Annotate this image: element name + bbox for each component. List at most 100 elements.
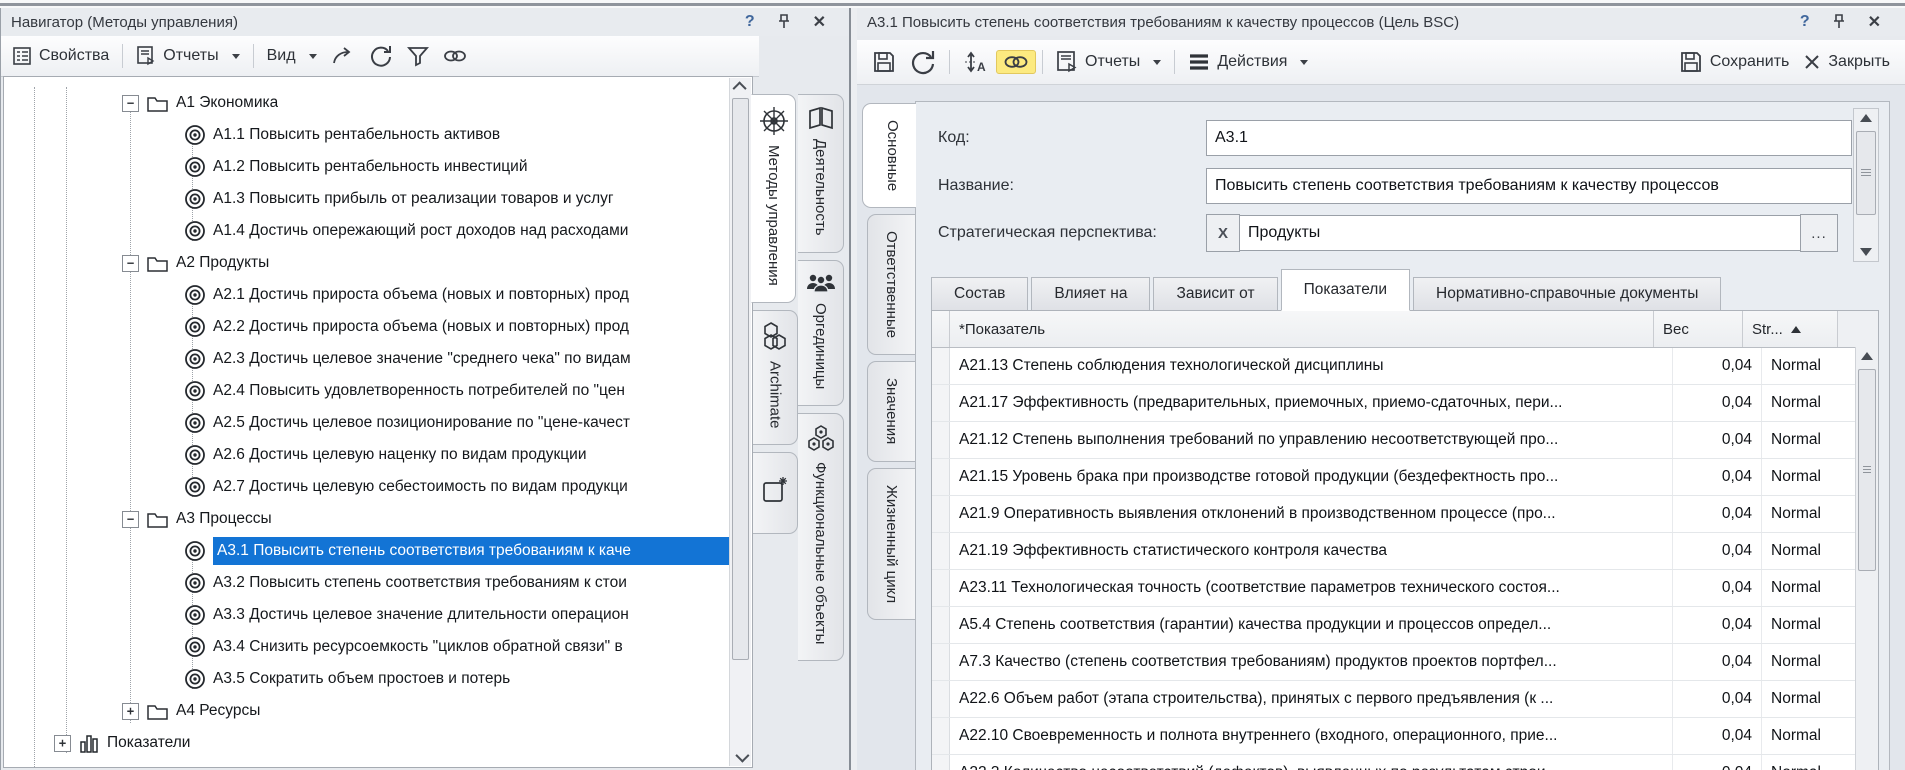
indicator-cell[interactable]: A22.3 Количество несоответствий (дефекто…	[950, 755, 1673, 770]
help-icon[interactable]: ?	[1800, 13, 1810, 31]
str-cell[interactable]: Normal	[1762, 533, 1856, 569]
perspective-picker-button[interactable]: ...	[1800, 214, 1838, 252]
reports-button[interactable]: Отчеты	[129, 41, 246, 71]
relation-tab[interactable]: Нормативно-справочные документы	[1413, 277, 1721, 310]
weight-cell[interactable]: 0,04	[1673, 570, 1762, 606]
weight-cell[interactable]: 0,04	[1673, 422, 1762, 458]
weight-cell[interactable]: 0,04	[1673, 755, 1762, 770]
tree-item[interactable]: A2 Продукты	[4, 247, 730, 279]
indicator-cell[interactable]: A21.12 Степень выполнения требований по …	[950, 422, 1673, 458]
refresh-button[interactable]	[903, 45, 943, 79]
tree-item[interactable]: A3 Процессы	[4, 503, 730, 535]
indicator-cell[interactable]: A5.4 Степень соответствия (гарантии) кач…	[950, 607, 1673, 643]
str-cell[interactable]: Normal	[1762, 422, 1856, 458]
weight-cell[interactable]: 0,04	[1673, 644, 1762, 680]
indicator-cell[interactable]: A7.3 Качество (степень соответствия треб…	[950, 644, 1673, 680]
dock-tab-archimate[interactable]: Archimate	[753, 310, 798, 446]
save-button[interactable]: Сохранить	[1672, 46, 1797, 78]
weight-cell[interactable]: 0,04	[1673, 718, 1762, 754]
scrollbar-thumb[interactable]	[732, 98, 749, 660]
dock-tab-management-methods[interactable]: Методы управления	[751, 94, 796, 303]
tree-item[interactable]: A3.4 Снизить ресурсоемкость "циклов обра…	[4, 631, 730, 663]
weight-cell[interactable]: 0,04	[1673, 348, 1762, 384]
table-row[interactable]: A21.13 Степень соблюдения технологическо…	[932, 348, 1856, 385]
tree-item[interactable]: A2.2 Достичь прироста объема (новых и по…	[4, 311, 730, 343]
refresh-button[interactable]	[362, 40, 400, 72]
dock-tab-new-object[interactable]	[753, 452, 798, 534]
expander-icon[interactable]	[122, 95, 139, 112]
weight-cell[interactable]: 0,04	[1673, 681, 1762, 717]
weight-cell[interactable]: 0,04	[1673, 533, 1762, 569]
str-column-header[interactable]: Str...	[1743, 311, 1838, 347]
scroll-down-button[interactable]	[730, 748, 751, 766]
relation-tab[interactable]: Зависит от	[1153, 277, 1277, 310]
scrollbar-thumb[interactable]	[1858, 369, 1876, 571]
name-input[interactable]: Повысить степень соответствия требования…	[1206, 168, 1852, 204]
side-tab[interactable]: Жизненный цикл	[867, 468, 915, 620]
tree-item[interactable]: Показатели	[4, 727, 730, 759]
str-cell[interactable]: Normal	[1762, 348, 1856, 384]
scrollbar-thumb[interactable]	[1856, 131, 1876, 215]
indicator-column-header[interactable]: *Показатель	[950, 311, 1654, 347]
table-row[interactable]: A21.17 Эффективность (предварительных, п…	[932, 385, 1856, 422]
link-mode-button[interactable]	[996, 50, 1036, 74]
expander-icon[interactable]	[54, 735, 71, 752]
pin-icon[interactable]	[1832, 14, 1846, 30]
scroll-down-button[interactable]	[1854, 243, 1878, 261]
form-scrollbar[interactable]	[1853, 108, 1879, 262]
go-to-button[interactable]	[324, 41, 362, 71]
table-row[interactable]: A22.10 Своевременность и полнота внутрен…	[932, 718, 1856, 755]
str-cell[interactable]: Normal	[1762, 385, 1856, 421]
scroll-up-button[interactable]	[1856, 347, 1878, 365]
indicator-cell[interactable]: A21.15 Уровень брака при производстве го…	[950, 459, 1673, 495]
str-cell[interactable]: Normal	[1762, 607, 1856, 643]
reports-button[interactable]: Отчеты	[1049, 46, 1168, 78]
expander-icon[interactable]	[122, 703, 139, 720]
tree-item[interactable]: A3.5 Сократить объем простоев и потерь	[4, 663, 730, 695]
expander-icon[interactable]	[122, 511, 139, 528]
table-row[interactable]: A21.15 Уровень брака при производстве го…	[932, 459, 1856, 496]
filter-button[interactable]	[400, 41, 436, 71]
tree-item[interactable]: A4 Ресурсы	[4, 695, 730, 727]
autosize-button[interactable]: A	[956, 46, 996, 78]
actions-button[interactable]: Действия	[1181, 49, 1315, 75]
indicator-cell[interactable]: A23.11 Технологическая точность (соответ…	[950, 570, 1673, 606]
weight-column-header[interactable]: Вес	[1654, 311, 1743, 347]
table-row[interactable]: A21.12 Степень выполнения требований по …	[932, 422, 1856, 459]
relation-tab[interactable]: Показатели	[1281, 269, 1410, 311]
table-row[interactable]: A23.11 Технологическая точность (соответ…	[932, 570, 1856, 607]
tree-item[interactable]: A1.4 Достичь опережающий рост доходов на…	[4, 215, 730, 247]
code-input[interactable]: A3.1	[1206, 120, 1852, 156]
tree-item[interactable]: A1.2 Повысить рентабельность инвестиций	[4, 151, 730, 183]
tree-item[interactable]: A3.2 Повысить степень соответствия требо…	[4, 567, 730, 599]
str-cell[interactable]: Normal	[1762, 496, 1856, 532]
str-cell[interactable]: Normal	[1762, 570, 1856, 606]
dock-tab-activity[interactable]: Деятельность	[798, 94, 844, 253]
table-row[interactable]: A22.3 Количество несоответствий (дефекто…	[932, 755, 1856, 770]
weight-cell[interactable]: 0,04	[1673, 496, 1762, 532]
tree-item[interactable]: A1.1 Повысить рентабельность активов	[4, 119, 730, 151]
dock-tab-functional-objects[interactable]: Функциональные объекты	[798, 413, 844, 661]
table-row[interactable]: A5.4 Степень соответствия (гарантии) кач…	[932, 607, 1856, 644]
tree-item[interactable]: A2.3 Достичь целевое значение "среднего …	[4, 343, 730, 375]
save-icon-button[interactable]	[865, 46, 903, 78]
table-row[interactable]: A21.9 Оперативность выявления отклонений…	[932, 496, 1856, 533]
str-cell[interactable]: Normal	[1762, 459, 1856, 495]
table-row[interactable]: A22.6 Объем работ (этапа строительства),…	[932, 681, 1856, 718]
relation-tab[interactable]: Состав	[931, 277, 1028, 310]
properties-button[interactable]: Свойства	[5, 42, 116, 70]
tree-item[interactable]: A2.6 Достичь целевую наценку по видам пр…	[4, 439, 730, 471]
tree-item[interactable]: A2.5 Достичь целевое позиционирование по…	[4, 407, 730, 439]
tree-item[interactable]: A1.3 Повысить прибыль от реализации това…	[4, 183, 730, 215]
indicator-cell[interactable]: A22.10 Своевременность и полнота внутрен…	[950, 718, 1673, 754]
str-cell[interactable]: Normal	[1762, 681, 1856, 717]
dock-tab-orgunits[interactable]: Оргединицы	[798, 260, 844, 406]
close-icon[interactable]: ✕	[813, 12, 826, 32]
scroll-up-button[interactable]	[730, 78, 751, 96]
tree-item[interactable]: A2.1 Достичь прироста объема (новых и по…	[4, 279, 730, 311]
indicator-cell[interactable]: A21.9 Оперативность выявления отклонений…	[950, 496, 1673, 532]
table-row[interactable]: A7.3 Качество (степень соответствия треб…	[932, 644, 1856, 681]
link-button[interactable]	[436, 44, 474, 68]
str-cell[interactable]: Normal	[1762, 644, 1856, 680]
side-tab[interactable]: Основные	[862, 103, 916, 208]
